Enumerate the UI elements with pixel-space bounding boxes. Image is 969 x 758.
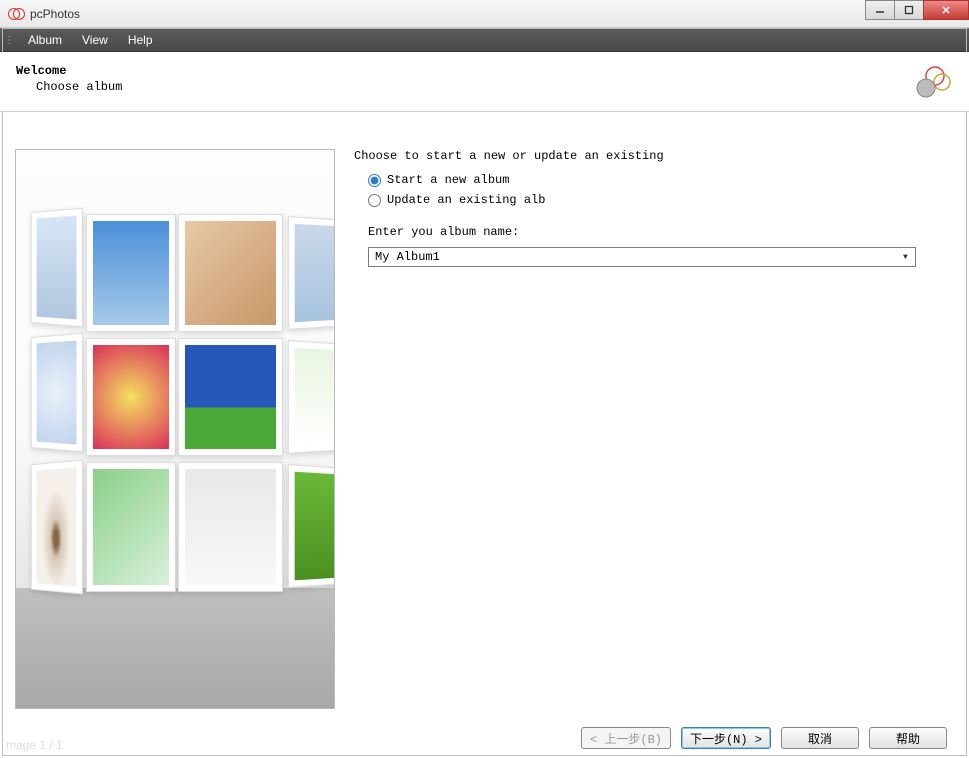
wizard-header: Welcome Choose album <box>0 52 969 112</box>
album-name-label: Enter you album name: <box>368 225 938 239</box>
radio-update-album[interactable] <box>368 194 381 207</box>
album-preview-image <box>15 149 335 709</box>
close-button[interactable] <box>923 0 969 20</box>
app-icon <box>8 6 24 22</box>
help-button[interactable]: 帮助 <box>869 727 947 749</box>
radio-update-label: Update an existing alb <box>387 193 545 207</box>
maximize-button[interactable] <box>894 0 924 20</box>
page-subtitle: Choose album <box>16 80 122 94</box>
album-name-value: My Album1 <box>375 250 440 264</box>
instruction-text: Choose to start a new or update an exist… <box>354 149 938 163</box>
app-logo-icon <box>911 64 951 100</box>
minimize-button[interactable] <box>865 0 895 20</box>
chevron-down-icon: ▼ <box>903 253 913 262</box>
preview-pane <box>1 113 336 717</box>
menu-view[interactable]: View <box>72 30 118 50</box>
titlebar: pcPhotos <box>0 0 969 28</box>
page-title: Welcome <box>16 64 122 78</box>
window-controls <box>866 0 969 20</box>
menu-help[interactable]: Help <box>118 30 163 50</box>
menubar-grip-icon: ⋮ <box>4 35 14 46</box>
radio-new-label: Start a new album <box>387 173 509 187</box>
option-new-album[interactable]: Start a new album <box>368 173 938 187</box>
form-pane: Choose to start a new or update an exist… <box>336 113 968 717</box>
radio-new-album[interactable] <box>368 174 381 187</box>
menu-album[interactable]: Album <box>18 30 72 50</box>
wizard-button-bar: < 上一步(B) 下一步(N) > 取消 帮助 <box>0 718 969 758</box>
back-button[interactable]: < 上一步(B) <box>581 727 671 749</box>
next-button[interactable]: 下一步(N) > <box>681 727 771 749</box>
album-name-combobox[interactable]: My Album1 ▼ <box>368 247 916 267</box>
window-title: pcPhotos <box>30 7 80 21</box>
cancel-button[interactable]: 取消 <box>781 727 859 749</box>
option-update-album[interactable]: Update an existing alb <box>368 193 938 207</box>
page-counter: mage 1 / 1 <box>6 738 63 752</box>
menubar: ⋮ Album View Help <box>0 28 969 52</box>
